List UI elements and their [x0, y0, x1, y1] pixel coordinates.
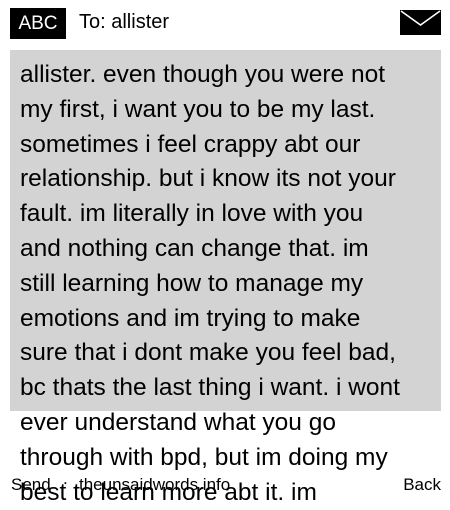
- input-mode-badge[interactable]: ABC: [10, 8, 66, 39]
- softkey-bar: Send . theunsaidwords.info Back: [0, 469, 450, 500]
- message-body[interactable]: allister. even though you were not my fi…: [20, 58, 440, 510]
- center-softkey-label[interactable]: theunsaidwords.info: [79, 475, 230, 495]
- recipient-label[interactable]: To: allister: [79, 9, 169, 35]
- send-button[interactable]: Send: [11, 475, 51, 495]
- softkey-separator: .: [63, 469, 68, 488]
- top-bar: ABC To: allister: [0, 0, 450, 44]
- back-button[interactable]: Back: [403, 475, 441, 495]
- envelope-icon: [400, 10, 441, 35]
